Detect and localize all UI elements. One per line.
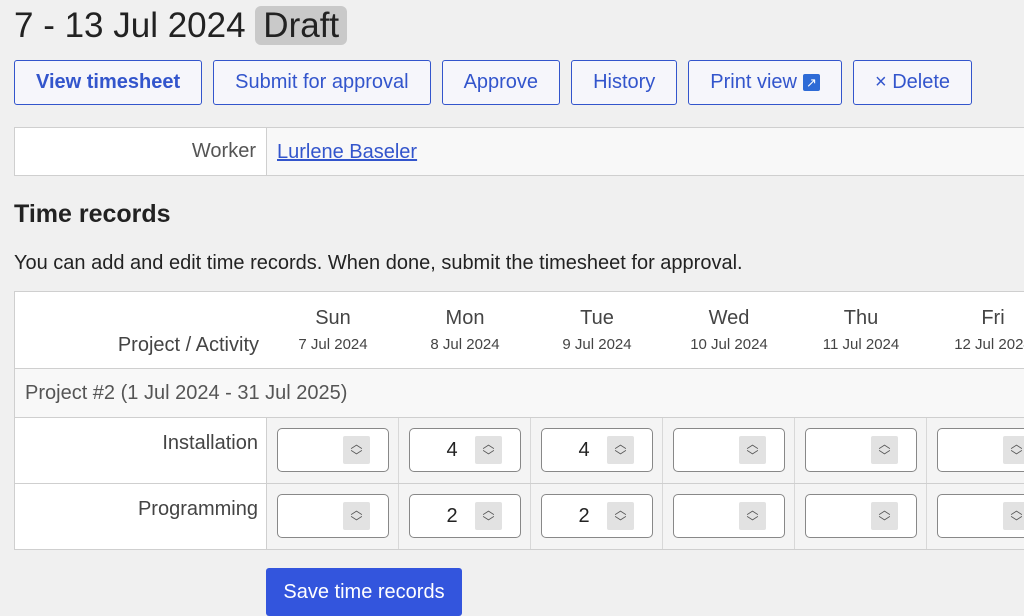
activity-row-installation: Installation ︿ ﹀ 4 ︿ ﹀ 4 ︿ ﹀ ︿ ﹀ ︿ ﹀ ︿ ﹀ — [15, 418, 1024, 484]
history-button[interactable]: History — [571, 60, 678, 105]
day-header-sun: Sun 7 Jul 2024 — [267, 292, 399, 368]
hours-input-programming-tue[interactable]: 2 ︿ ﹀ — [541, 494, 653, 538]
spinner-icon[interactable]: ︿ ﹀ — [871, 502, 898, 530]
worker-link[interactable]: Lurlene Baseler — [277, 141, 417, 163]
activity-label: Programming — [15, 484, 267, 549]
day-header-fri: Fri 12 Jul 2024 — [927, 292, 1024, 368]
project-row: Project #2 (1 Jul 2024 - 31 Jul 2025) — [15, 369, 1024, 418]
view-timesheet-button[interactable]: View timesheet — [14, 60, 203, 105]
print-view-button[interactable]: Print view ↗ — [688, 60, 842, 105]
hours-input-programming-thu[interactable]: ︿ ﹀ — [805, 494, 917, 538]
day-name: Thu — [843, 307, 879, 329]
hours-input-programming-wed[interactable]: ︿ ﹀ — [673, 494, 785, 538]
day-date: 11 Jul 2024 — [822, 336, 900, 353]
spinner-icon[interactable]: ︿ ﹀ — [475, 502, 502, 530]
action-toolbar: View timesheet Submit for approval Appro… — [14, 60, 973, 105]
time-records-grid: Project / Activity Sun 7 Jul 2024 Mon 8 … — [14, 291, 1024, 550]
day-header-mon: Mon 8 Jul 2024 — [399, 292, 531, 368]
spinner-icon[interactable]: ︿ ﹀ — [475, 436, 502, 464]
spinner-icon[interactable]: ︿ ﹀ — [343, 436, 370, 464]
day-name: Wed — [708, 307, 750, 329]
spinner-icon[interactable]: ︿ ﹀ — [343, 502, 370, 530]
spinner-icon[interactable]: ︿ ﹀ — [607, 502, 634, 530]
day-name: Fri — [981, 307, 1005, 329]
activity-label: Installation — [15, 418, 267, 483]
hours-input-installation-mon[interactable]: 4 ︿ ﹀ — [409, 428, 521, 472]
spinner-icon[interactable]: ︿ ﹀ — [739, 502, 766, 530]
grid-header: Project / Activity Sun 7 Jul 2024 Mon 8 … — [15, 292, 1024, 369]
hours-input-installation-tue[interactable]: 4 ︿ ﹀ — [541, 428, 653, 472]
hours-input-installation-wed[interactable]: ︿ ﹀ — [673, 428, 785, 472]
status-badge: Draft — [255, 6, 348, 45]
worker-value: Lurlene Baseler — [267, 128, 1024, 175]
day-header-wed: Wed 10 Jul 2024 — [663, 292, 795, 368]
activity-row-programming: Programming ︿ ﹀ 2 ︿ ﹀ 2 ︿ ﹀ ︿ ﹀ ︿ ﹀ ︿ ﹀ — [15, 484, 1024, 549]
spinner-icon[interactable]: ︿ ﹀ — [739, 436, 766, 464]
day-header-thu: Thu 11 Jul 2024 — [795, 292, 927, 368]
worker-label: Worker — [15, 128, 267, 175]
day-name: Mon — [445, 307, 485, 329]
spinner-icon[interactable]: ︿ ﹀ — [1003, 436, 1024, 464]
spinner-icon[interactable]: ︿ ﹀ — [607, 436, 634, 464]
hours-input-programming-sun[interactable]: ︿ ﹀ — [277, 494, 389, 538]
week-range: 7 - 13 Jul 2024 — [14, 6, 246, 45]
page-title: 7 - 13 Jul 2024 Draft — [14, 4, 348, 48]
time-records-title: Time records — [14, 200, 171, 228]
spinner-icon[interactable]: ︿ ﹀ — [871, 436, 898, 464]
delete-button[interactable]: × Delete — [853, 60, 973, 105]
day-date: 8 Jul 2024 — [430, 336, 500, 353]
hours-input-programming-fri[interactable]: ︿ ﹀ — [937, 494, 1024, 538]
day-name: Sun — [315, 307, 351, 329]
hours-input-programming-mon[interactable]: 2 ︿ ﹀ — [409, 494, 521, 538]
day-date: 10 Jul 2024 — [690, 336, 768, 353]
hours-input-installation-sun[interactable]: ︿ ﹀ — [277, 428, 389, 472]
save-time-records-button[interactable]: Save time records — [266, 568, 462, 616]
day-header-tue: Tue 9 Jul 2024 — [531, 292, 663, 368]
spinner-icon[interactable]: ︿ ﹀ — [1003, 502, 1024, 530]
hours-input-installation-fri[interactable]: ︿ ﹀ — [937, 428, 1024, 472]
print-view-label: Print view — [710, 71, 797, 93]
external-link-icon: ↗ — [803, 74, 820, 91]
day-date: 7 Jul 2024 — [298, 336, 368, 353]
day-name: Tue — [580, 307, 614, 329]
project-activity-header: Project / Activity — [117, 334, 259, 356]
worker-row: Worker Lurlene Baseler — [14, 127, 1024, 176]
approve-button[interactable]: Approve — [441, 60, 561, 105]
time-records-intro: You can add and edit time records. When … — [14, 252, 743, 274]
day-date: 12 Jul 2024 — [954, 336, 1024, 353]
day-date: 9 Jul 2024 — [562, 336, 632, 353]
submit-for-approval-button[interactable]: Submit for approval — [213, 60, 431, 105]
hours-input-installation-thu[interactable]: ︿ ﹀ — [805, 428, 917, 472]
